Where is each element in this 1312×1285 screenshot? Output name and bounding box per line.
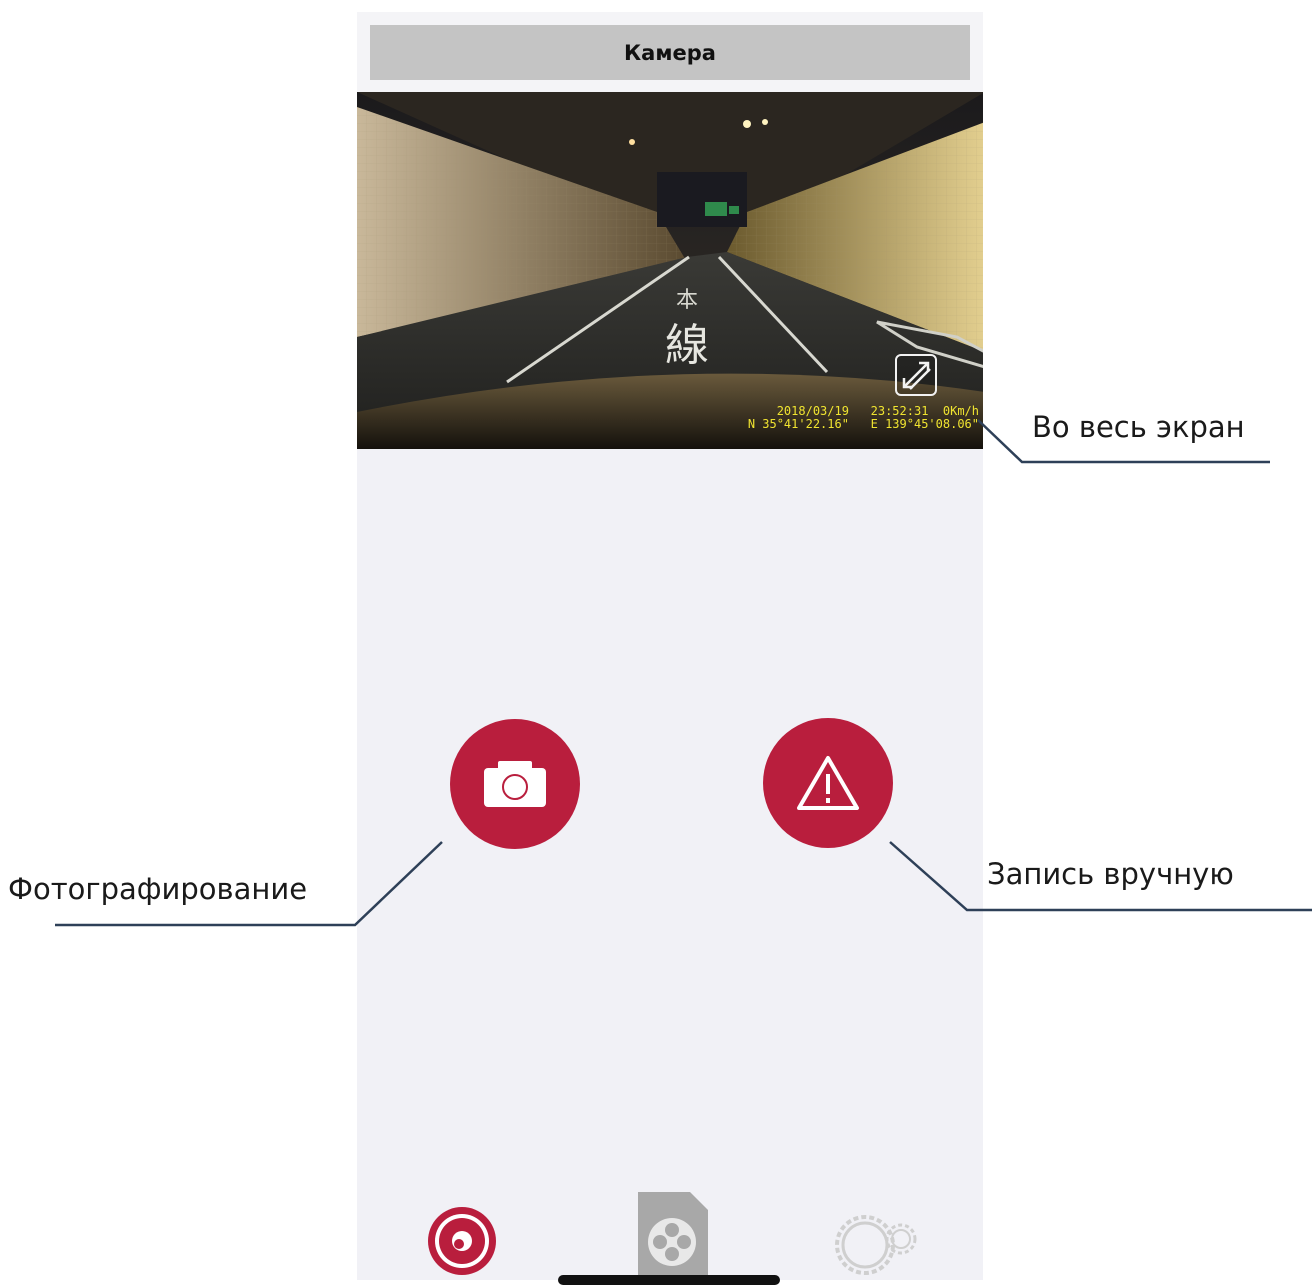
fullscreen-annotation: Во весь экран: [1032, 410, 1245, 444]
manual-record-annotation: Запись вручную: [987, 857, 1234, 891]
callout-lines: [55, 419, 1312, 927]
photo-annotation: Фотографирование: [8, 872, 308, 906]
